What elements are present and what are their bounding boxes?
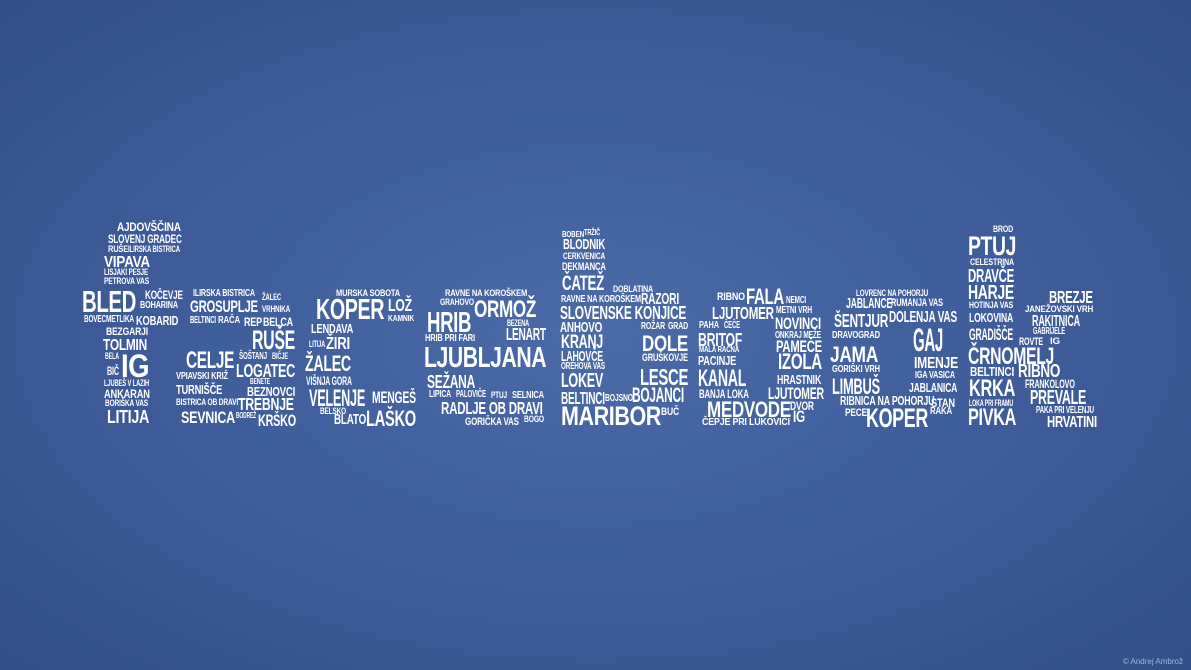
cloud-word: LOKOVINA [969, 310, 1014, 325]
cloud-word: GORIČKA VAS [465, 416, 519, 428]
cloud-word: RIBNO [717, 291, 745, 303]
cloud-word: HRVATINI [1047, 414, 1097, 431]
cloud-word: RUMANJA VAS [891, 297, 943, 309]
cloud-word: BOVEC [84, 314, 106, 325]
cloud-word: GRUŠKOVJE [642, 352, 688, 364]
cloud-word: TURNIŠČE [176, 382, 223, 397]
cloud-word: ŽALEC [262, 292, 282, 302]
cloud-word: BELTINCI [190, 315, 216, 326]
cloud-word: BUČ [661, 406, 679, 418]
cloud-word: ČEPJE PRI LUKOVICI [702, 417, 790, 428]
cloud-word: BELA [105, 351, 120, 361]
cloud-word: LJUTOMER [712, 303, 774, 323]
cloud-word: BIČ [107, 364, 119, 378]
author-credit: © Andrej Ambrož [1122, 657, 1183, 666]
cloud-word: DRAVOGRAD [832, 330, 880, 341]
cloud-word: KAMNIK [388, 314, 415, 323]
cloud-word: METLIKA [106, 314, 134, 325]
cloud-word: SEVNICA [181, 409, 235, 427]
cloud-word: MARIBOR [561, 401, 661, 431]
cloud-word: ŽIRI [326, 333, 350, 353]
cloud-word: BOHARINA [140, 300, 178, 311]
cloud-word: GRADIŠČE [969, 326, 1013, 344]
cloud-word: RAKA [930, 406, 952, 417]
cloud-word: HOTINJA VAS [969, 300, 1014, 310]
cloud-word: LITIJA [107, 406, 150, 427]
cloud-word: RUŠE [252, 325, 295, 355]
cloud-word: GRAHOVO [440, 297, 475, 307]
cloud-word: BOGO [524, 414, 545, 424]
cloud-word: LITIJA [309, 339, 326, 349]
cloud-word: KRŠKO [258, 412, 296, 430]
cloud-word: IZOLA [778, 349, 822, 374]
cloud-word: PECE [845, 407, 867, 419]
cloud-word: CELJE [186, 347, 235, 374]
cloud-word: VPIAVSKI KRIŽ [176, 371, 228, 382]
cloud-word: ČATEŽ [562, 271, 604, 295]
cloud-word: RAČA [218, 315, 240, 326]
cloud-word: BISTRICA OB DRAVI [176, 397, 239, 407]
cloud-word: RUŠE [108, 244, 129, 254]
cloud-word: PTUJ [968, 231, 1016, 261]
cloud-word: LENART [506, 324, 546, 344]
cloud-word: ŽALEC [305, 351, 351, 376]
cloud-word: BLATO [334, 412, 367, 428]
cloud-word: KOPER [866, 403, 928, 433]
cloud-word: LOŽ [388, 295, 412, 315]
cloud-word: IMENJE [914, 355, 958, 372]
cloud-word: ILIRSKA BISTRICA [128, 244, 181, 254]
cloud-word: MENGEŠ [372, 389, 416, 407]
cloud-word: LAŠKO [366, 406, 416, 431]
cloud-word: CERKVENICA [563, 251, 606, 261]
cloud-word: TRŽIČ [584, 228, 601, 237]
cloud-word: IG [793, 408, 805, 426]
cloud-word: LJUBLJANA [424, 342, 547, 374]
cloud-word: GAJ [913, 321, 943, 358]
cloud-word: BODREŽ [236, 411, 257, 420]
cloud-word: ŠENTJUR [834, 310, 889, 331]
cloud-word: VRHNIKA [262, 304, 291, 314]
facebook-word-cloud: AJDOVŠČINA SLOVENJ GRADEC RUŠE ILIRSKA BIST… [0, 0, 1191, 670]
cloud-word: BLED [82, 285, 137, 319]
cloud-word: GROSUPLJE [190, 298, 258, 316]
cloud-word: PIVKA [968, 404, 1017, 431]
